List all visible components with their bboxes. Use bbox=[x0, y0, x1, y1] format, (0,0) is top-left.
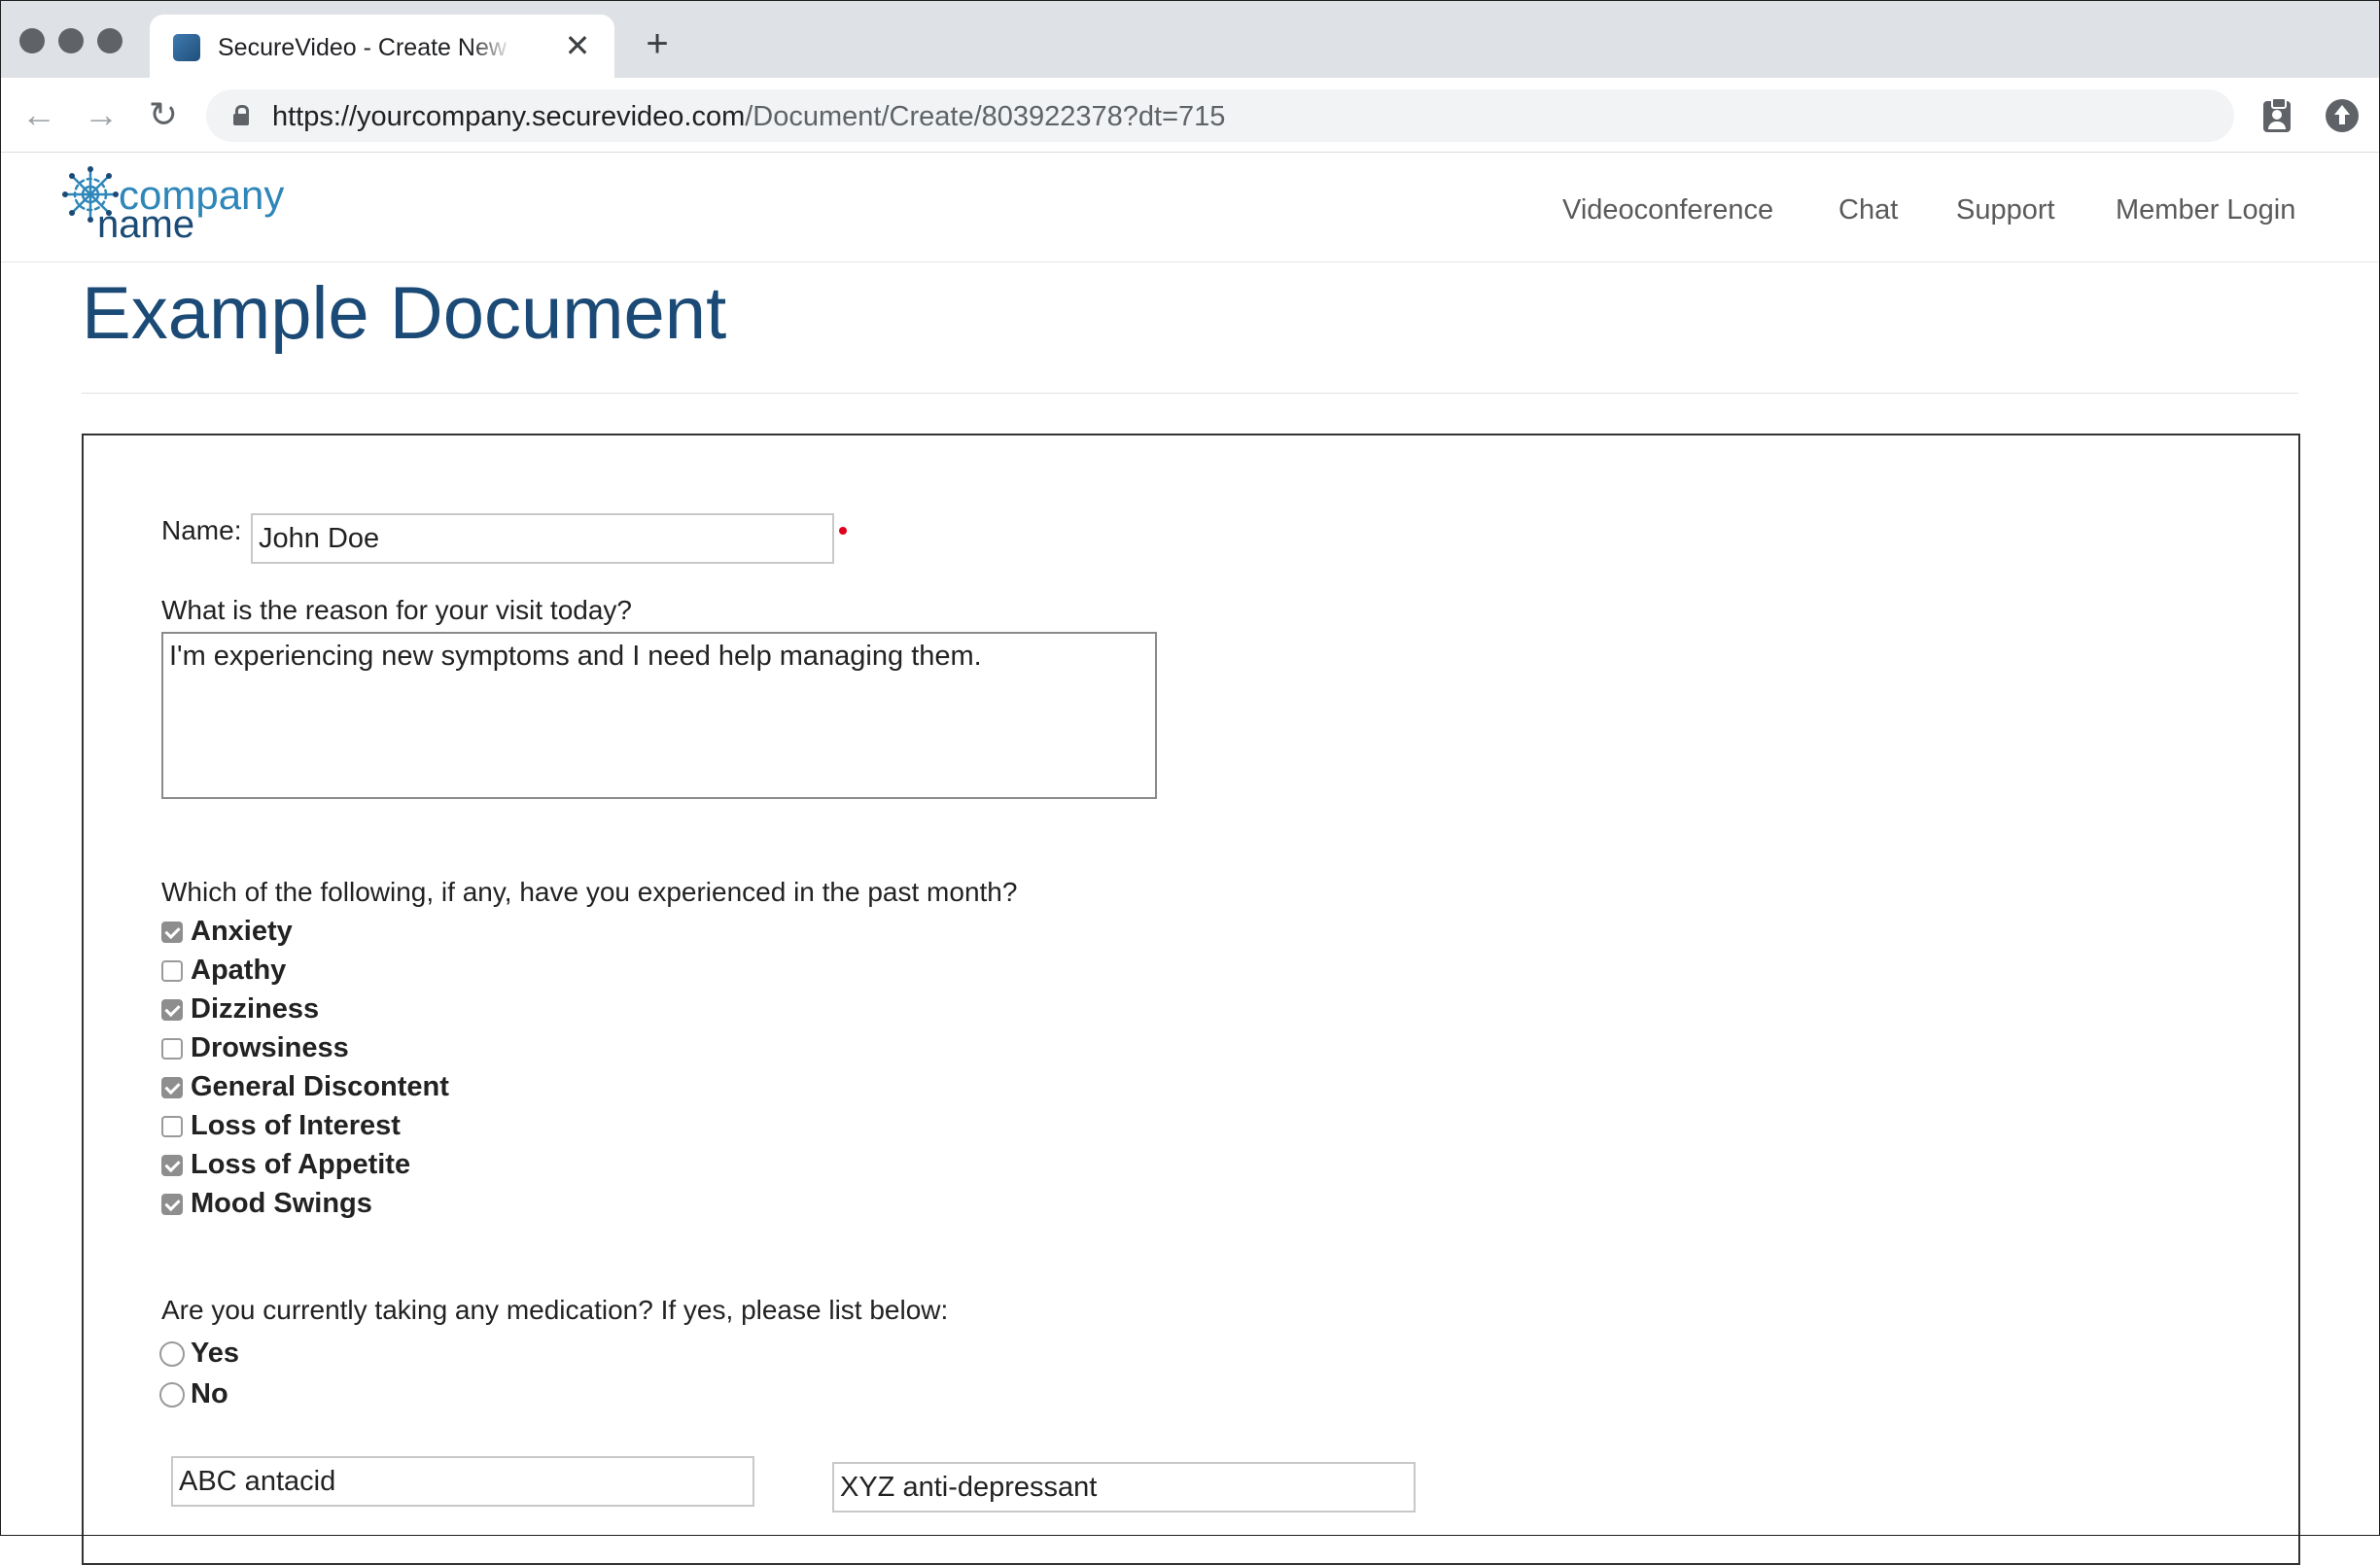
nav-chat[interactable]: Chat bbox=[1838, 193, 1898, 226]
new-tab-plus-icon[interactable]: + bbox=[638, 24, 677, 63]
checkbox-general-discontent[interactable] bbox=[161, 1077, 183, 1098]
medication-label: Are you currently taking any medication?… bbox=[161, 1295, 949, 1325]
symptom-label: Mood Swings bbox=[191, 1188, 372, 1219]
required-indicator bbox=[839, 527, 847, 535]
browser-toolbar: ← → ↻ https://yourcompany.securevideo.co… bbox=[0, 78, 2380, 153]
checkbox-apathy[interactable] bbox=[161, 960, 183, 982]
url-host: https://yourcompany.securevideo.com bbox=[272, 101, 746, 132]
browser-tab-strip: SecureVideo - Create New Example Documen… bbox=[0, 0, 2380, 79]
radio-label: No bbox=[191, 1378, 228, 1409]
medication-input-1[interactable] bbox=[171, 1456, 754, 1507]
page-title: Example Document bbox=[82, 272, 727, 355]
tab-title-fade bbox=[471, 28, 513, 67]
lock-icon[interactable] bbox=[233, 105, 249, 125]
window-close-light[interactable] bbox=[19, 28, 45, 53]
reason-textarea[interactable]: I'm experiencing new symptoms and I need… bbox=[161, 632, 1157, 799]
tab-close-icon[interactable]: ✕ bbox=[562, 28, 593, 63]
nav-support[interactable]: Support bbox=[1956, 193, 2055, 226]
checkbox-mood-swings[interactable] bbox=[161, 1194, 183, 1215]
nav-videoconference[interactable]: Videoconference bbox=[1562, 193, 1773, 226]
title-divider bbox=[82, 393, 2298, 394]
upload-circle-icon[interactable] bbox=[2326, 97, 2359, 132]
checkbox-dizziness[interactable] bbox=[161, 999, 183, 1021]
name-label: Name: bbox=[161, 515, 242, 545]
checkbox-anxiety[interactable] bbox=[161, 922, 183, 943]
symptoms-label: Which of the following, if any, have you… bbox=[161, 877, 1018, 907]
reload-icon[interactable]: ↻ bbox=[144, 95, 183, 134]
radio-no[interactable] bbox=[159, 1382, 185, 1408]
symptom-label: Loss of Interest bbox=[191, 1110, 401, 1141]
nav-member-login[interactable]: Member Login bbox=[2116, 193, 2295, 226]
tab-title: SecureVideo - Create New Example Documen… bbox=[218, 34, 509, 61]
symptom-label: Dizziness bbox=[191, 993, 320, 1025]
logo-text-name: name bbox=[97, 203, 195, 246]
back-arrow-icon[interactable]: ← bbox=[19, 95, 58, 134]
browser-tab-active[interactable]: SecureVideo - Create New Example Documen… bbox=[150, 15, 614, 79]
window-minimize-light[interactable] bbox=[58, 28, 84, 53]
medication-input-2[interactable] bbox=[832, 1462, 1416, 1513]
clipboard-person-icon[interactable] bbox=[2261, 97, 2294, 132]
checkbox-drowsiness[interactable] bbox=[161, 1038, 183, 1060]
symptom-label: Loss of Appetite bbox=[191, 1149, 411, 1180]
radio-label: Yes bbox=[191, 1338, 239, 1369]
site-header: company name Videoconference Chat Suppor… bbox=[0, 153, 2380, 262]
checkbox-loss-of-appetite[interactable] bbox=[161, 1155, 183, 1176]
url-path: /Document/Create/803922378?dt=715 bbox=[745, 101, 1226, 132]
forward-arrow-icon[interactable]: → bbox=[82, 95, 121, 134]
company-logo[interactable]: company name bbox=[60, 164, 313, 252]
reason-label: What is the reason for your visit today? bbox=[161, 595, 632, 625]
symptom-label: General Discontent bbox=[191, 1071, 449, 1102]
symptom-label: Apathy bbox=[191, 955, 287, 986]
symptom-label: Anxiety bbox=[191, 916, 293, 947]
name-input[interactable] bbox=[251, 513, 834, 564]
url-text[interactable]: https://yourcompany.securevideo.com/Docu… bbox=[272, 101, 1225, 132]
radio-yes[interactable] bbox=[159, 1341, 185, 1367]
address-bar[interactable]: https://yourcompany.securevideo.com/Docu… bbox=[206, 89, 2234, 142]
symptom-label: Drowsiness bbox=[191, 1032, 349, 1063]
window-zoom-light[interactable] bbox=[97, 28, 122, 53]
checkbox-loss-of-interest[interactable] bbox=[161, 1116, 183, 1137]
securevideo-favicon-icon bbox=[173, 34, 200, 61]
